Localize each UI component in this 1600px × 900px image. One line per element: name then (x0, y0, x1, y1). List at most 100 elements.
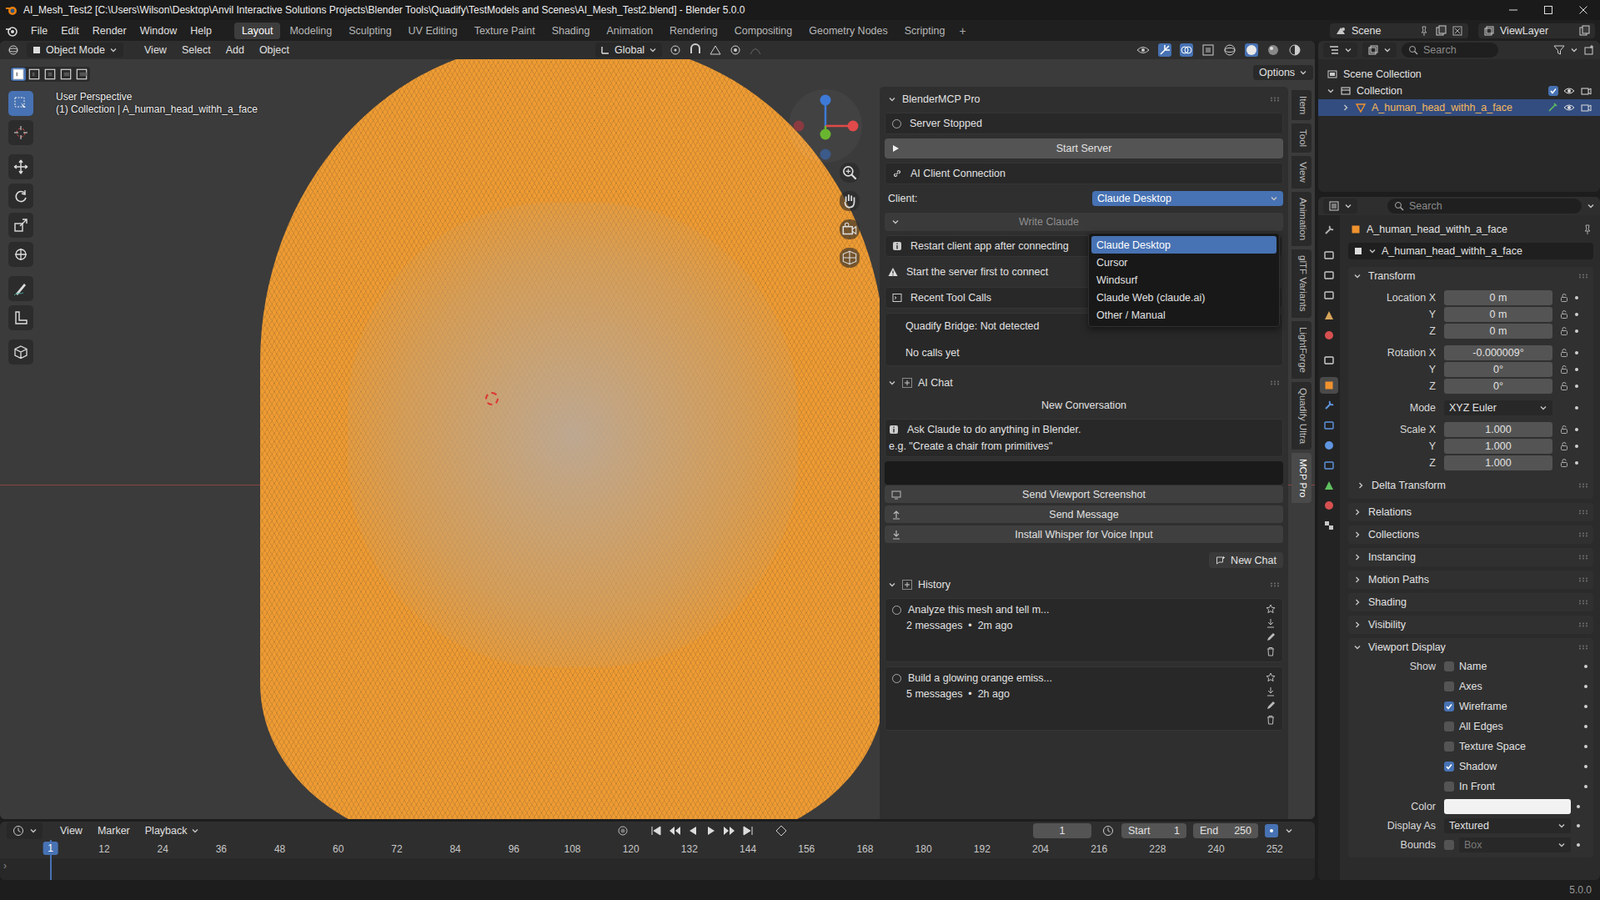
keyframe-dot-icon[interactable] (1583, 703, 1589, 709)
add-workspace-button[interactable]: + (953, 22, 971, 40)
client-dropdown[interactable]: Claude Desktop (1092, 190, 1284, 206)
proportional-edit-icon[interactable] (728, 43, 743, 57)
object-name-field[interactable]: A_human_head_withh_a_face (1348, 242, 1594, 260)
chevron-down-icon[interactable] (1586, 201, 1595, 211)
tool-button[interactable] (8, 305, 34, 331)
solid-shading-icon[interactable] (1244, 43, 1259, 57)
preview-range-icon[interactable] (1101, 823, 1115, 838)
viewport-menu-item[interactable]: Object (253, 42, 296, 58)
playhead[interactable]: 1 (42, 841, 59, 855)
chevron-down-icon[interactable] (1557, 821, 1566, 830)
client-menu-item[interactable]: Claude Desktop (1091, 235, 1277, 254)
sidebar-tab[interactable]: LightForge (1291, 321, 1312, 379)
chevron-right-icon[interactable] (1353, 597, 1362, 607)
keyframe-dot-icon[interactable] (1583, 783, 1589, 789)
outliner-search[interactable]: Search (1401, 42, 1499, 58)
drag-handle-icon[interactable] (1578, 644, 1589, 650)
viewport-menu-item[interactable]: View (138, 42, 173, 58)
workspace-tab[interactable]: Scripting (897, 22, 953, 40)
tool-button[interactable] (8, 183, 34, 209)
falloff-icon[interactable] (748, 43, 763, 57)
menu-item[interactable]: File (25, 23, 54, 39)
workspace-tab[interactable]: Rendering (662, 22, 726, 40)
menu-item[interactable]: Window (134, 23, 183, 39)
chevron-down-icon[interactable] (887, 580, 897, 589)
tool-button[interactable] (8, 241, 34, 267)
menu-item[interactable]: Edit (55, 23, 86, 39)
workspace-tab[interactable]: Compositing (727, 22, 800, 40)
sidebar-tab[interactable]: Tool (1291, 123, 1312, 153)
snap-frames-icon[interactable] (1264, 823, 1279, 838)
select-mode-icon[interactable] (26, 67, 42, 81)
property-field[interactable]: 1.000 (1444, 438, 1553, 454)
jump-start-icon[interactable] (649, 823, 663, 838)
checkbox[interactable]: Name (1444, 660, 1487, 673)
rendered-shading-icon[interactable] (1288, 43, 1302, 57)
menu-item[interactable]: Help (184, 23, 218, 39)
timeline-scroll-arrow[interactable]: › (3, 859, 7, 872)
delete-icon[interactable] (1265, 646, 1276, 657)
chevron-right-icon[interactable] (1356, 481, 1365, 490)
blender-menu-icon[interactable] (5, 24, 19, 38)
material-shading-icon[interactable] (1266, 43, 1280, 57)
sidebar-tab[interactable]: View (1291, 155, 1312, 189)
chevron-right-icon[interactable] (1341, 103, 1350, 112)
keyframe-dot-icon[interactable] (1583, 683, 1589, 689)
chevron-down-icon[interactable] (1569, 45, 1579, 55)
keyframe-dot-icon[interactable] (1574, 295, 1580, 301)
tool-button[interactable] (8, 120, 34, 146)
keyframe-dot-icon[interactable] (1583, 743, 1589, 749)
bounds-dropdown[interactable]: Box (1459, 837, 1571, 853)
current-frame-field[interactable]: 1 (1033, 822, 1092, 838)
export-icon[interactable] (1265, 617, 1276, 628)
select-mode-icon[interactable] (10, 67, 26, 81)
chat-action-button[interactable]: Send Viewport Screenshot (884, 485, 1284, 503)
jump-end-icon[interactable] (741, 823, 755, 838)
tool-button[interactable] (8, 90, 34, 116)
mode-dropdown[interactable]: Object Mode (26, 42, 124, 58)
delta-transform-subpanel[interactable]: Delta Transform (1348, 476, 1589, 494)
properties-tab[interactable] (1319, 496, 1339, 514)
scene-name[interactable]: Scene (1351, 25, 1414, 37)
properties-tab[interactable] (1319, 326, 1339, 344)
chevron-down-icon[interactable] (109, 45, 118, 55)
color-swatch[interactable] (1444, 798, 1571, 814)
chevron-down-icon[interactable] (887, 378, 897, 387)
pivot-icon[interactable] (668, 43, 683, 57)
view-layer-name[interactable]: ViewLayer (1499, 25, 1574, 37)
chevron-down-icon[interactable] (1269, 194, 1279, 203)
xray-icon[interactable] (1201, 43, 1215, 57)
property-field[interactable]: 1.000 (1444, 421, 1553, 437)
timeline-menu-item[interactable]: Playback (139, 822, 206, 838)
chevron-down-icon[interactable] (1284, 826, 1294, 835)
exclude-checkbox[interactable] (1548, 85, 1559, 96)
panel-header[interactable]: Relations (1348, 502, 1594, 522)
properties-tab[interactable] (1319, 306, 1339, 324)
new-scene-icon[interactable] (1434, 25, 1447, 37)
property-field[interactable]: 0 m (1444, 323, 1553, 339)
view-layer-selector[interactable]: ViewLayer (1478, 23, 1595, 39)
workspace-tab[interactable]: Texture Paint (466, 22, 543, 40)
client-menu-item[interactable]: Cursor (1091, 253, 1277, 271)
workspace-tab[interactable]: Modeling (281, 22, 340, 40)
timeline-menu-item[interactable]: View (54, 822, 89, 838)
keyframe-dot-icon[interactable] (1575, 803, 1581, 809)
keyframe-dot-icon[interactable] (1574, 383, 1580, 389)
keyframe-dot-icon[interactable] (1574, 311, 1580, 317)
render-camera-icon[interactable] (1579, 85, 1592, 97)
checkbox[interactable]: Wireframe (1444, 700, 1508, 713)
lock-icon[interactable] (1559, 457, 1570, 468)
keyframe-dot-icon[interactable] (1574, 350, 1580, 356)
tool-button[interactable] (8, 339, 34, 365)
lock-icon[interactable] (1559, 441, 1570, 452)
panel-header[interactable]: Viewport Display (1348, 637, 1594, 657)
properties-tab[interactable] (1319, 436, 1339, 454)
wireframe-shading-icon[interactable] (1223, 43, 1237, 57)
checkbox[interactable]: Axes (1444, 680, 1483, 693)
chat-action-button[interactable]: Install Whisper for Voice Input (884, 525, 1284, 543)
property-field[interactable]: -0.000009° (1444, 345, 1553, 361)
new-collection-icon[interactable] (1583, 44, 1595, 56)
end-frame-field[interactable]: End 250 (1193, 822, 1259, 838)
chat-input[interactable] (884, 461, 1284, 485)
chevron-down-icon[interactable] (1344, 45, 1353, 55)
